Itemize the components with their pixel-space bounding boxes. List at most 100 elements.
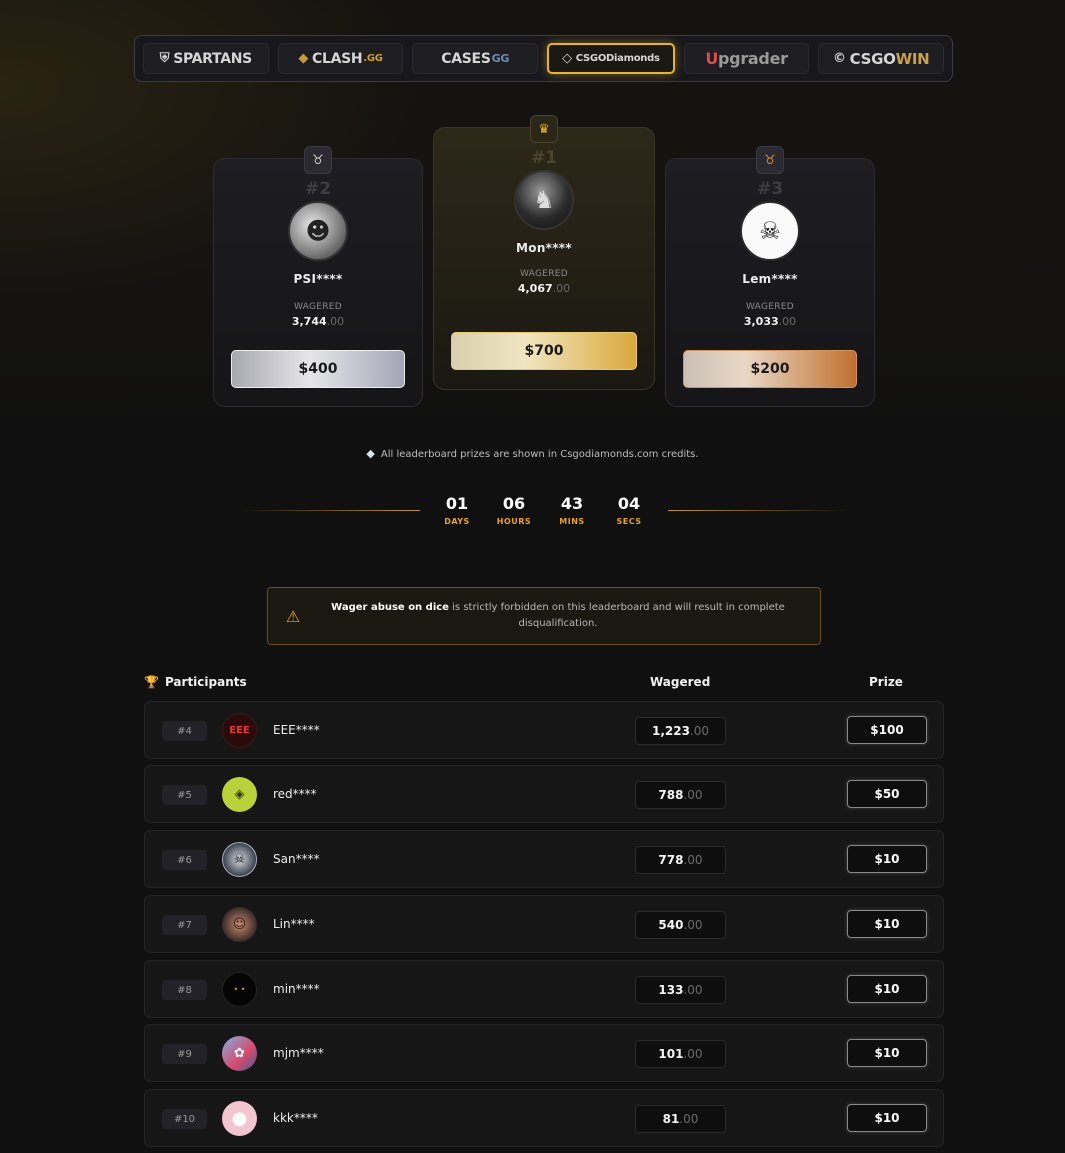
wagered-label: WAGERED xyxy=(745,302,795,312)
table-row: #4 EEE EEE**** 1,223.00 $100 xyxy=(144,701,944,759)
spartan-helmet-icon: ⛨ xyxy=(159,51,170,66)
avatar: ◈ xyxy=(222,777,257,812)
participants-header: 🏆 Participants xyxy=(144,675,247,689)
table-row: #7 ☺ Lin**** 540.00 $10 xyxy=(144,895,944,953)
podium-username: PSI**** xyxy=(293,272,343,286)
wagered-header: Wagered xyxy=(650,675,711,689)
username: min**** xyxy=(273,982,320,996)
rank-pill: #9 xyxy=(162,1044,207,1064)
tab-csgodiamonds[interactable]: ◇ CSGODiamonds xyxy=(547,43,675,74)
prize-value: $10 xyxy=(847,975,927,1003)
wagered-value: 3,744.00 xyxy=(291,315,345,328)
wagered-label: WAGERED xyxy=(293,302,343,312)
tab-label: CASES xyxy=(441,50,491,67)
wagered-value: 101.00 xyxy=(635,1040,726,1068)
avatar: EEE xyxy=(222,713,257,748)
site-tabs: ⛨ SPARTANS ◆ CLASH .GG CASES GG ◇ CSGODiam… xyxy=(134,35,953,82)
rank-pill: #7 xyxy=(162,915,207,935)
prize-value: $10 xyxy=(847,1104,927,1132)
avatar: ♞ xyxy=(514,170,574,230)
silver-medal-icon: ♉ xyxy=(304,146,332,174)
credits-note: ◆ All leaderboard prizes are shown in Csg… xyxy=(366,447,699,460)
wagered-value: 3,033.00 xyxy=(743,315,797,328)
avatar: ☻ xyxy=(288,201,348,261)
countdown-hours: 06 HOURS xyxy=(496,494,532,526)
tab-prefix: U xyxy=(705,49,719,68)
avatar: • • xyxy=(222,972,257,1007)
username: red**** xyxy=(273,787,317,801)
diamond-icon: ◆ xyxy=(366,447,375,460)
avatar: ☠ xyxy=(222,842,257,877)
tab-spartans[interactable]: ⛨ SPARTANS xyxy=(143,43,269,74)
wagered-value: 81.00 xyxy=(635,1105,726,1133)
diamonds-logo-icon: ◇ xyxy=(562,51,572,66)
warning-icon: ⚠ xyxy=(285,606,301,626)
tab-suffix: GG xyxy=(491,52,510,65)
tab-csgowin[interactable]: © CSGO WIN xyxy=(818,43,945,74)
prize-header: Prize xyxy=(869,675,903,689)
prize-value: $10 xyxy=(847,845,927,873)
csgowin-c-icon: © xyxy=(832,51,846,66)
table-row: #5 ◈ red**** 788.00 $50 xyxy=(144,765,944,823)
clash-diamond-icon: ◆ xyxy=(298,51,309,66)
wagered-value: 788.00 xyxy=(635,781,726,809)
tab-suffix: .GG xyxy=(363,53,383,64)
wagered-label: WAGERED xyxy=(519,269,569,279)
podium-rank: #3 xyxy=(756,179,784,199)
username: kkk**** xyxy=(273,1111,318,1125)
tab-label: CSGODiamonds xyxy=(575,53,660,64)
tab-label: pgrader xyxy=(718,49,788,68)
wagered-value: 133.00 xyxy=(635,976,726,1004)
warning-banner: ⚠ Wager abuse on dice is strictly forbid… xyxy=(267,587,821,645)
prize-badge: $700 xyxy=(451,332,637,370)
username: EEE**** xyxy=(273,723,320,737)
prize-value: $100 xyxy=(847,716,927,744)
wagered-value: 778.00 xyxy=(635,846,726,874)
username: San**** xyxy=(273,852,320,866)
podium-third: ♉ #3 ☠ Lem**** WAGERED 3,033.00 $200 xyxy=(665,146,875,407)
countdown-days: 01 DAYS xyxy=(444,494,470,526)
bronze-medal-icon: ♉ xyxy=(756,146,784,174)
avatar: ● xyxy=(222,1101,257,1136)
tab-suffix: WIN xyxy=(895,49,930,68)
table-row: #9 ✿ mjm**** 101.00 $10 xyxy=(144,1024,944,1082)
tab-label: CLASH xyxy=(312,50,363,67)
tab-cases[interactable]: CASES GG xyxy=(412,43,539,74)
trophy-icon: 🏆 xyxy=(144,675,159,689)
podium-rank: #2 xyxy=(304,179,332,199)
table-row: #8 • • min**** 133.00 $10 xyxy=(144,960,944,1018)
tab-clash[interactable]: ◆ CLASH .GG xyxy=(277,43,404,74)
countdown-divider-left xyxy=(240,510,420,511)
warning-text: Wager abuse on dice is strictly forbidde… xyxy=(331,602,785,629)
username: mjm**** xyxy=(273,1046,324,1060)
rank-pill: #10 xyxy=(162,1109,207,1129)
avatar: ✿ xyxy=(222,1036,257,1071)
username: Lin**** xyxy=(273,917,315,931)
countdown-mins: 43 MINS xyxy=(559,494,585,526)
table-row: #10 ● kkk**** 81.00 $10 xyxy=(144,1089,944,1147)
avatar: ☺ xyxy=(222,907,257,942)
podium-username: Lem**** xyxy=(742,272,798,286)
countdown-secs: 04 SECS xyxy=(616,494,642,526)
prize-value: $10 xyxy=(847,910,927,938)
wagered-value: 1,223.00 xyxy=(635,717,726,745)
podium-rank: #1 xyxy=(530,148,558,168)
countdown-divider-right xyxy=(668,510,848,511)
podium-first: ♛ #1 ♞ Mon**** WAGERED 4,067.00 $700 xyxy=(433,115,655,390)
rank-pill: #4 xyxy=(162,721,207,741)
rank-pill: #5 xyxy=(162,785,207,805)
wagered-value: 540.00 xyxy=(635,911,726,939)
rank-pill: #8 xyxy=(162,980,207,1000)
table-row: #6 ☠ San**** 778.00 $10 xyxy=(144,830,944,888)
podium-second: ♉ #2 ☻ PSI**** WAGERED 3,744.00 $400 xyxy=(213,146,423,407)
rank-pill: #6 xyxy=(162,850,207,870)
prize-value: $10 xyxy=(847,1039,927,1067)
wagered-value: 4,067.00 xyxy=(517,282,571,295)
tab-label: SPARTANS xyxy=(173,50,252,67)
crown-icon: ♛ xyxy=(530,115,558,143)
podium-username: Mon**** xyxy=(516,241,572,255)
tab-label: CSGO xyxy=(849,49,896,68)
tab-upgrader[interactable]: Upgrader xyxy=(683,43,810,74)
prize-value: $50 xyxy=(847,780,927,808)
prize-badge: $200 xyxy=(683,350,857,388)
